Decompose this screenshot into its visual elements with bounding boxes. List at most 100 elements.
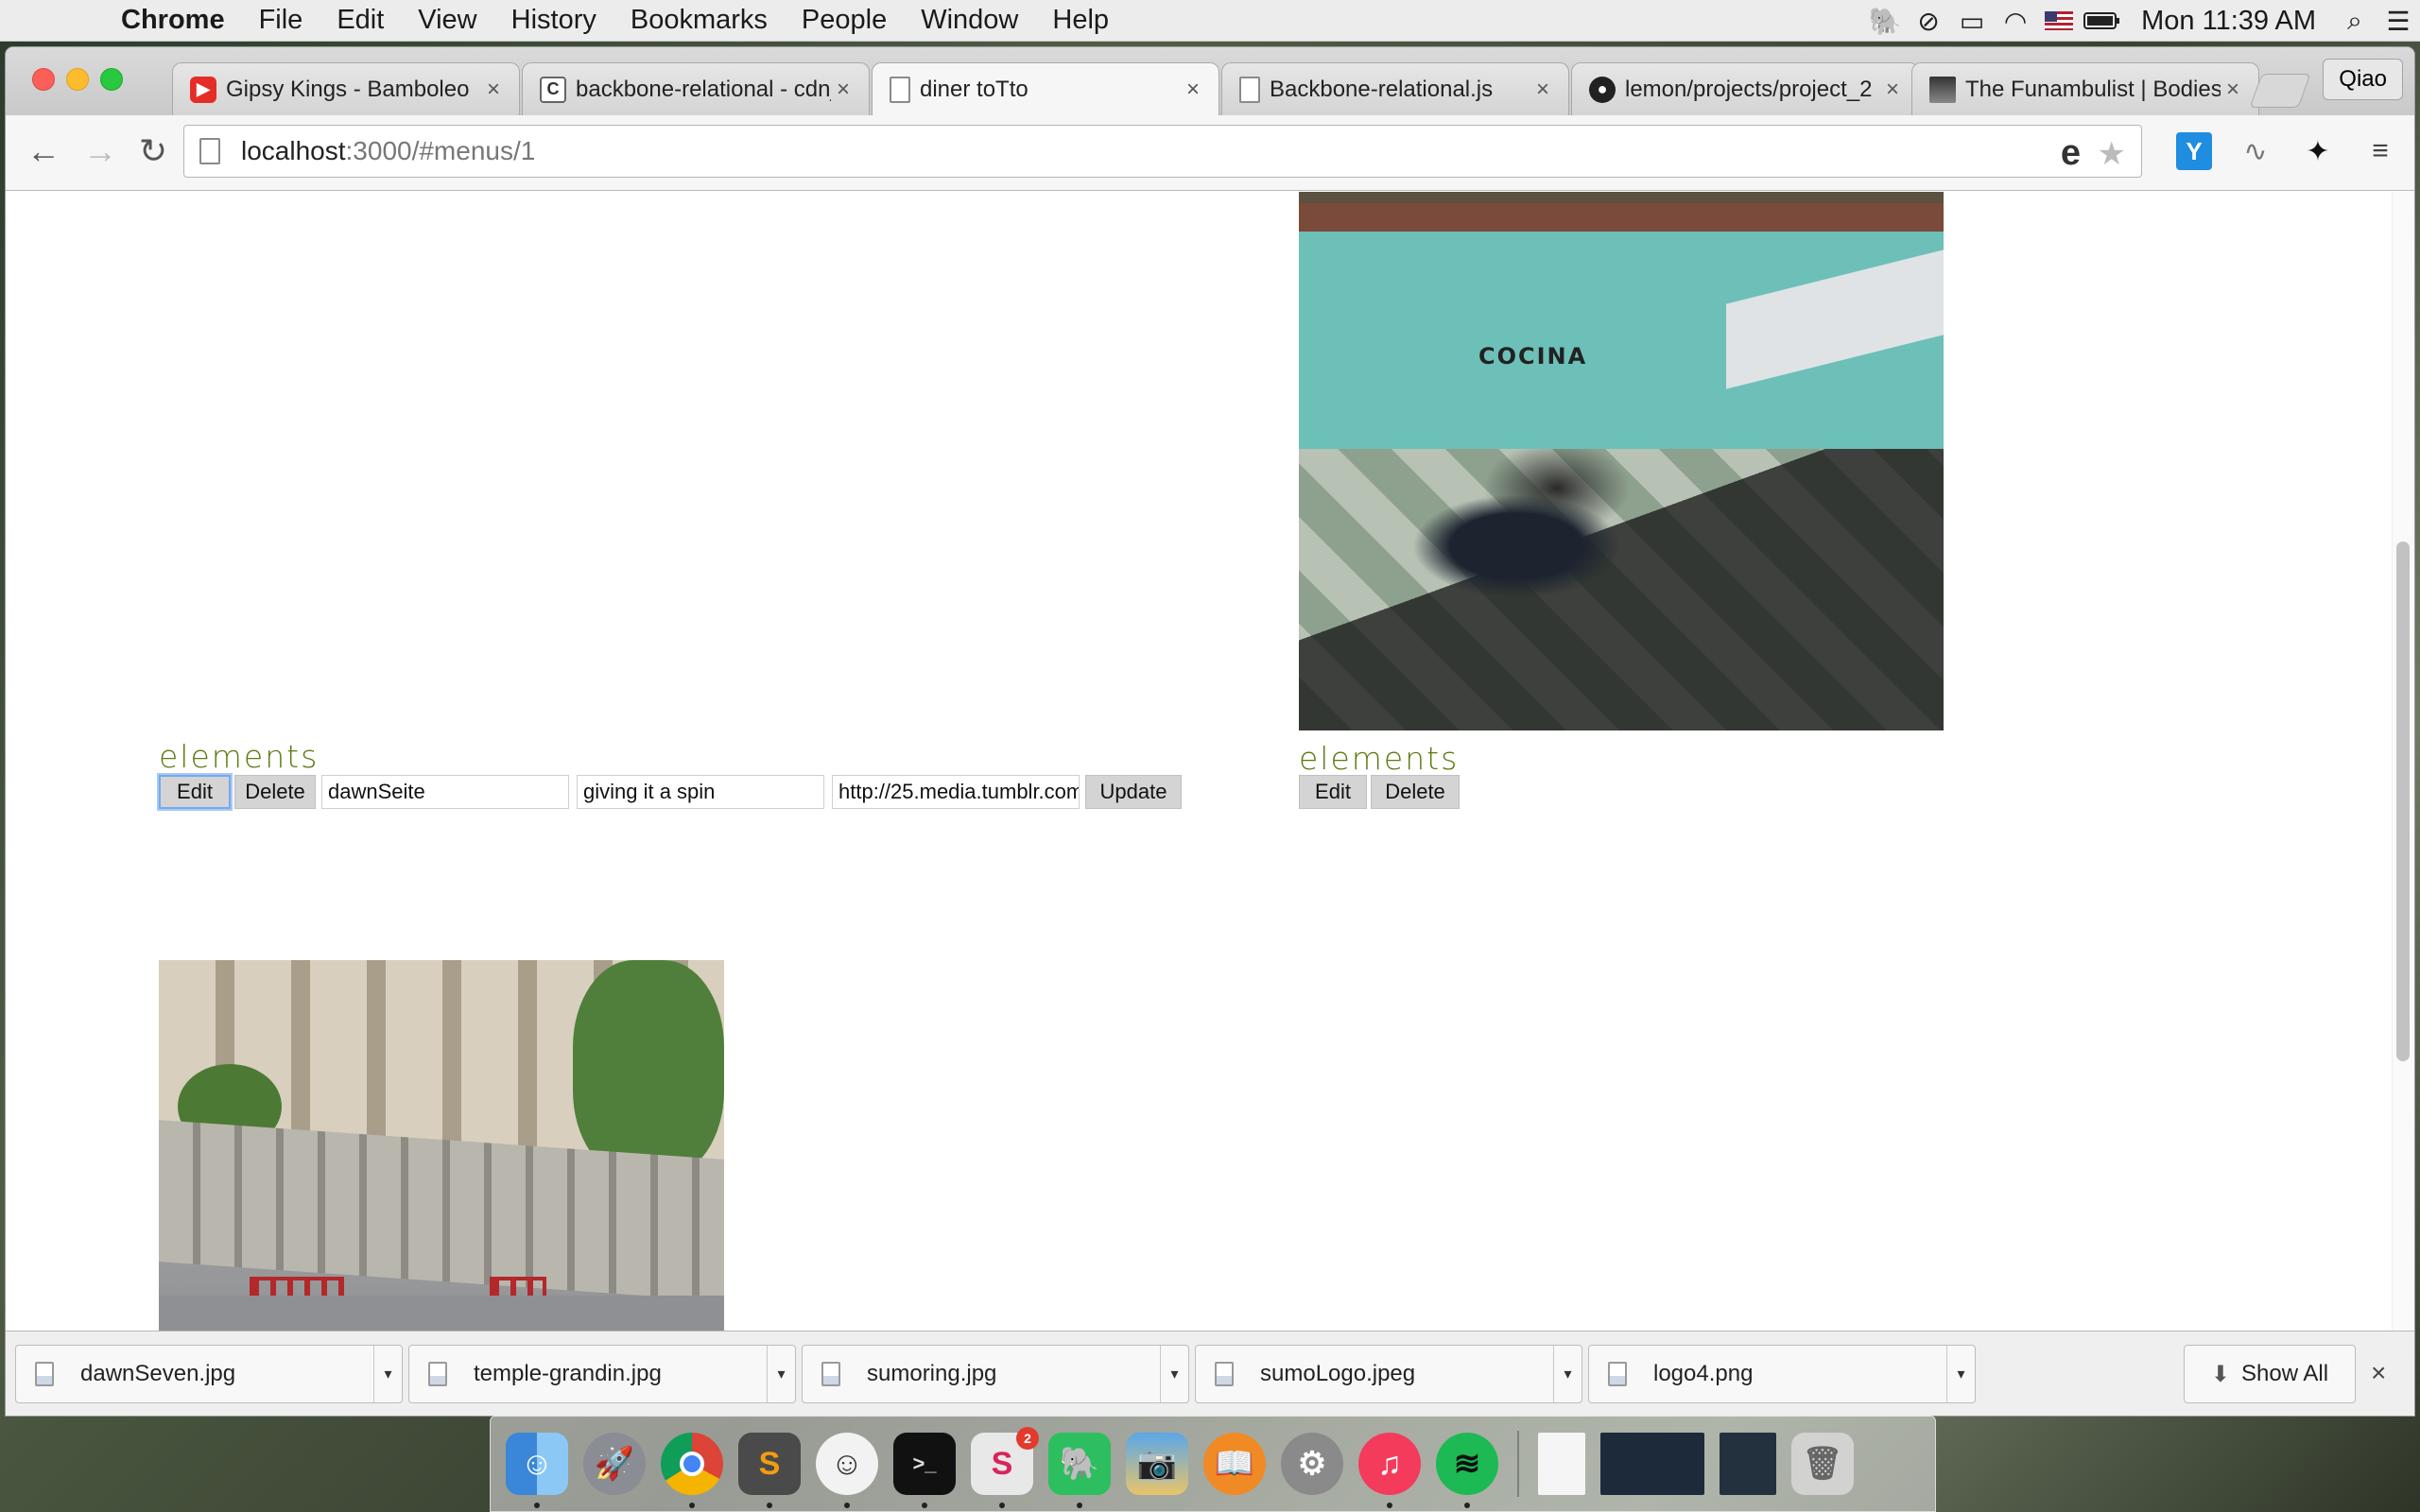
tab-close-icon[interactable]: × xyxy=(1880,77,1905,103)
zoom-window-button[interactable] xyxy=(100,68,123,91)
finder-icon[interactable]: ☺ xyxy=(506,1433,568,1508)
sublime-text-icon[interactable]: S xyxy=(738,1433,801,1508)
evernote-clipper-icon[interactable]: e xyxy=(2061,133,2081,174)
image-file-icon xyxy=(1215,1362,1234,1386)
page-scrollbar[interactable] xyxy=(2392,192,2414,1378)
tab-backbone-relational-js[interactable]: Backbone-relational.js × xyxy=(1221,62,1569,115)
right-edit-button[interactable]: Edit xyxy=(1299,775,1367,809)
macos-menu-bar: Chrome File Edit View History Bookmarks … xyxy=(0,0,2420,42)
menu-help[interactable]: Help xyxy=(1035,5,1126,36)
iphoto-icon[interactable]: 📷 xyxy=(1126,1433,1188,1495)
evernote-app-icon[interactable]: 🐘 xyxy=(1048,1433,1111,1508)
minimize-window-button[interactable] xyxy=(66,68,89,91)
menu-people[interactable]: People xyxy=(785,5,904,36)
tab-close-icon[interactable]: × xyxy=(481,77,506,103)
download-item[interactable]: temple-grandin.jpg ▾ xyxy=(408,1345,796,1403)
left-delete-button[interactable]: Delete xyxy=(234,775,316,809)
address-url[interactable]: localhost:3000/#menus/1 xyxy=(241,136,535,166)
terminal-icon[interactable]: >_ xyxy=(893,1433,956,1508)
evernote-icon[interactable]: 🐘 xyxy=(1863,0,1907,42)
trash-icon[interactable]: 🗑 xyxy=(1791,1433,1854,1495)
status-area: 🐘 ⊘ ▭ ◠ Mon 11:39 AM ⌕ ☰ xyxy=(1863,0,2420,42)
download-menu-arrow-icon[interactable]: ▾ xyxy=(1946,1346,1975,1402)
chrome-icon[interactable] xyxy=(661,1433,723,1508)
minimized-window-icon[interactable] xyxy=(1720,1433,1776,1495)
tab-diner-totto[interactable]: diner toTto × xyxy=(872,62,1219,115)
menu-app-name[interactable]: Chrome xyxy=(104,5,242,36)
spotlight-icon[interactable]: ⌕ xyxy=(2333,0,2377,42)
tab-github-project[interactable]: ● lemon/projects/project_2 × xyxy=(1571,62,1919,115)
download-item[interactable]: sumoLogo.jpeg ▾ xyxy=(1195,1345,1582,1403)
back-arrow-icon[interactable]: ← xyxy=(23,130,64,172)
left-edit-button[interactable]: Edit xyxy=(159,775,231,809)
tab-backbone-cdnjs[interactable]: C backbone-relational - cdnjs × xyxy=(522,62,870,115)
street-barrier-photo xyxy=(159,960,724,1378)
menu-file[interactable]: File xyxy=(242,5,320,36)
slack-icon[interactable]: S2 xyxy=(971,1427,1039,1508)
spotify-icon[interactable]: ≋ xyxy=(1436,1433,1498,1508)
download-item[interactable]: logo4.png ▾ xyxy=(1588,1345,1976,1403)
forward-arrow-icon[interactable]: → xyxy=(79,130,121,172)
profile-button[interactable]: Qiao xyxy=(2323,59,2403,100)
image-file-icon xyxy=(428,1362,447,1386)
chrome-menu-icon[interactable]: ≡ xyxy=(2360,130,2401,172)
downloads-shelf: dawnSeven.jpg ▾ temple-grandin.jpg ▾ sum… xyxy=(6,1331,2414,1416)
smiley-app-icon[interactable]: ☺ xyxy=(816,1433,878,1508)
tab-gipsy-kings[interactable]: ▶ Gipsy Kings - Bamboleo × xyxy=(172,62,520,115)
slack-badge: 2 xyxy=(1016,1427,1039,1450)
extension-dark-mode-icon[interactable]: Y xyxy=(2176,132,2212,170)
update-button[interactable]: Update xyxy=(1085,775,1182,809)
download-item[interactable]: dawnSeven.jpg ▾ xyxy=(15,1345,403,1403)
bookmark-star-icon[interactable]: ★ xyxy=(2098,135,2126,173)
menu-history[interactable]: History xyxy=(494,5,614,36)
menu-bookmarks[interactable]: Bookmarks xyxy=(614,5,785,36)
airplay-icon[interactable]: ▭ xyxy=(1950,0,1994,42)
right-delete-button[interactable]: Delete xyxy=(1371,775,1460,809)
show-all-downloads-button[interactable]: ⬇ Show All xyxy=(2184,1345,2356,1403)
image-url-input[interactable]: http://25.media.tumblr.com/ xyxy=(832,775,1080,809)
extension-pulse-icon[interactable]: ∿ xyxy=(2235,130,2276,172)
tab-close-icon[interactable]: × xyxy=(2221,77,2245,103)
close-window-button[interactable] xyxy=(32,68,55,91)
us-flag-icon[interactable] xyxy=(2037,0,2081,42)
download-menu-arrow-icon[interactable]: ▾ xyxy=(373,1346,402,1402)
tab-funambulist[interactable]: The Funambulist | Bodies × xyxy=(1911,62,2259,115)
launchpad-icon[interactable]: 🚀 xyxy=(583,1433,646,1495)
extension-bird-icon[interactable]: ✦ xyxy=(2297,130,2339,172)
macos-dock: ☺ 🚀 S ☺ >_ S2 🐘 📷 📖 ⚙ ♫ ≋ 🗑 xyxy=(490,1416,1936,1512)
tab-title: Backbone-relational.js xyxy=(1270,76,1494,102)
download-item[interactable]: sumoring.jpg ▾ xyxy=(802,1345,1189,1403)
page-info-icon[interactable] xyxy=(199,138,220,164)
download-menu-arrow-icon[interactable]: ▾ xyxy=(1553,1346,1582,1402)
scrollbar-thumb[interactable] xyxy=(2396,541,2410,1061)
page-icon xyxy=(1239,76,1260,103)
tab-close-icon[interactable]: × xyxy=(1530,77,1555,103)
download-filename: temple-grandin.jpg xyxy=(474,1361,662,1386)
document-icon[interactable] xyxy=(1538,1433,1585,1495)
description-input[interactable]: giving it a spin xyxy=(577,775,824,809)
menu-edit[interactable]: Edit xyxy=(320,5,401,36)
github-icon: ● xyxy=(1589,76,1616,103)
tab-close-icon[interactable]: × xyxy=(831,77,856,103)
menubar-clock[interactable]: Mon 11:39 AM xyxy=(2124,6,2333,37)
system-preferences-icon[interactable]: ⚙ xyxy=(1281,1433,1343,1495)
ibooks-icon[interactable]: 📖 xyxy=(1203,1433,1266,1495)
itunes-icon[interactable]: ♫ xyxy=(1358,1433,1421,1508)
close-icon[interactable]: × xyxy=(2371,1358,2386,1388)
tab-close-icon[interactable]: × xyxy=(1181,77,1205,103)
menu-window[interactable]: Window xyxy=(904,5,1035,36)
menu-view[interactable]: View xyxy=(401,5,493,36)
battery-icon[interactable] xyxy=(2081,0,2124,42)
image-file-icon xyxy=(1608,1362,1627,1386)
name-input[interactable]: dawnSeite xyxy=(321,775,569,809)
sync-icon[interactable]: ⊘ xyxy=(1907,0,1950,42)
courtyard-sign: COCINA xyxy=(1478,343,1588,369)
minimized-window-icon[interactable] xyxy=(1600,1433,1704,1495)
address-bar[interactable]: localhost:3000/#menus/1 e ★ xyxy=(183,125,2142,178)
wifi-icon[interactable]: ◠ xyxy=(1994,0,2037,42)
notification-center-icon[interactable]: ☰ xyxy=(2377,0,2420,42)
reload-icon[interactable]: ↻ xyxy=(132,130,174,172)
download-menu-arrow-icon[interactable]: ▾ xyxy=(767,1346,795,1402)
youtube-icon: ▶ xyxy=(190,76,216,103)
download-menu-arrow-icon[interactable]: ▾ xyxy=(1160,1346,1188,1402)
